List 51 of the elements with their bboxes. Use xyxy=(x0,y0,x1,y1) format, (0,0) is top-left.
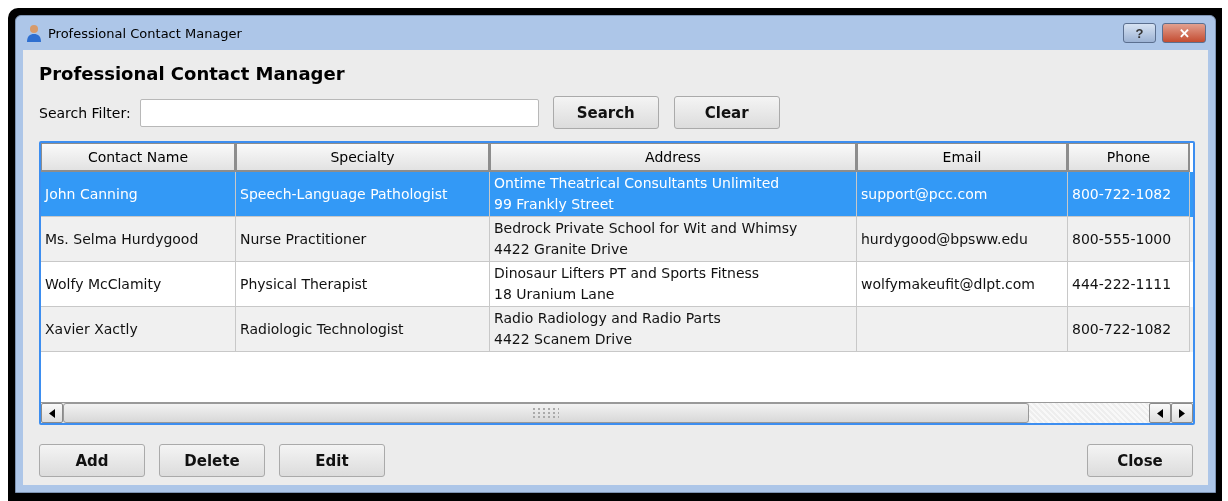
address-line: Radio Radiology and Radio Parts xyxy=(494,309,722,328)
right-arrow-icon xyxy=(1179,408,1185,418)
table-row[interactable]: Xavier Xactly Radiologic Technologist Radio Radiology and Radio Parts 4422 Scanem Drive 800-722-1082 xyxy=(41,307,1193,352)
help-button[interactable]: ? xyxy=(1123,23,1156,43)
clear-button[interactable]: Clear xyxy=(673,96,780,129)
address-line: Bedrock Private School for Wit and Whimsy xyxy=(494,219,799,238)
table-cell-text: 800-555-1000 xyxy=(1072,231,1173,247)
scroll-thumb[interactable] xyxy=(63,403,1029,423)
table-cell-text: Physical Therapist xyxy=(240,276,369,292)
column-header[interactable]: Address xyxy=(490,143,857,172)
table-cell-text: Wolfy McClamity xyxy=(45,276,163,292)
action-button[interactable]: Edit xyxy=(279,444,385,477)
scroll-left-button[interactable] xyxy=(41,403,63,423)
address-line: 4422 Scanem Drive xyxy=(494,330,634,349)
address-line: Dinosaur Lifters PT and Sports Fitness xyxy=(494,264,761,283)
column-header[interactable]: Specialty xyxy=(236,143,490,172)
horizontal-scrollbar[interactable] xyxy=(41,402,1193,423)
close-dialog-button[interactable]: Close xyxy=(1087,444,1193,477)
search-button[interactable]: Search xyxy=(552,96,659,129)
address-line: 99 Frankly Street xyxy=(494,195,615,214)
search-field[interactable] xyxy=(139,98,539,127)
scroll-right-button[interactable] xyxy=(1171,403,1193,423)
grip-icon xyxy=(533,407,559,419)
window-title: Professional Contact Manager xyxy=(48,25,243,41)
table-row[interactable]: Ms. Selma Hurdygood Nurse Practitioner Bedrock Private School for Wit and Whimsy 4422 Granite Drive hurdygood@bpsww.edu 800-555-1000 xyxy=(41,217,1193,262)
action-button[interactable]: Delete xyxy=(159,444,265,477)
table-cell-text: Xavier Xactly xyxy=(45,321,139,337)
table-cell-text: wolfymakeufit@dlpt.com xyxy=(861,276,1036,292)
table-cell-text: John Canning xyxy=(45,186,139,202)
address-line: Ontime Theatrical Consultants Unlimited xyxy=(494,174,781,193)
table-cell-text: support@pcc.com xyxy=(861,186,989,202)
table-cell-text: Radiologic Technologist xyxy=(240,321,405,337)
column-header[interactable]: Phone xyxy=(1068,143,1190,172)
table-cell-text: Speech-Language Pathologist xyxy=(240,186,449,202)
search-label: Search Filter: xyxy=(39,104,131,121)
table-cell-text: 444-222-1111 xyxy=(1072,276,1173,292)
left-arrow-icon xyxy=(49,408,55,418)
table-cell-text: hurdygood@bpsww.edu xyxy=(861,231,1029,247)
column-header[interactable]: Email xyxy=(857,143,1068,172)
table-cell-text: 800-722-1082 xyxy=(1072,321,1173,337)
left-arrow-icon xyxy=(1157,408,1163,418)
scroll-left-button[interactable] xyxy=(1149,403,1171,423)
address-line: 4422 Granite Drive xyxy=(494,240,629,259)
app-heading: Professional Contact Manager xyxy=(39,62,346,86)
table-cell-text: 800-722-1082 xyxy=(1072,186,1173,202)
column-header[interactable]: Contact Name xyxy=(41,143,236,172)
person-icon xyxy=(26,24,42,42)
action-button[interactable]: Add xyxy=(39,444,145,477)
table-cell-text: Ms. Selma Hurdygood xyxy=(45,231,200,247)
table-cell-text: Nurse Practitioner xyxy=(240,231,368,247)
address-line: 18 Uranium Lane xyxy=(494,285,616,304)
